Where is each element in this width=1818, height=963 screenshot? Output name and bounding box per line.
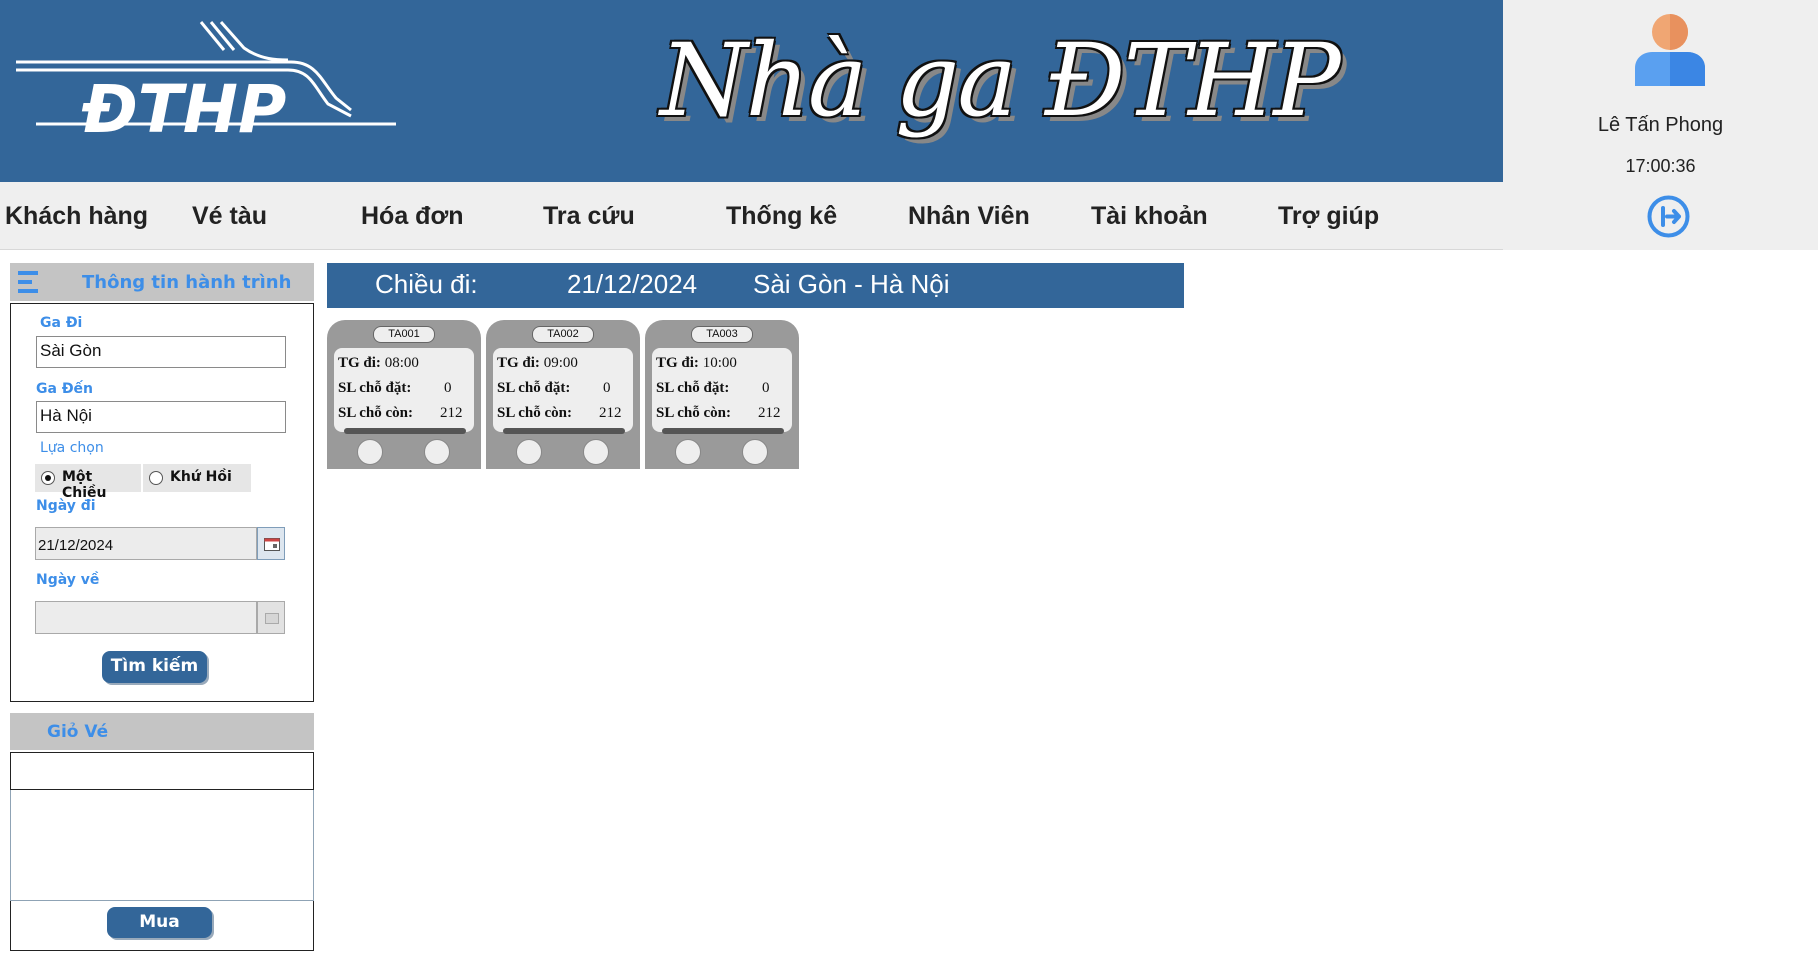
train-code: TA003 <box>691 326 753 343</box>
train-card-ta002[interactable]: TA002 TG đi: 09:00 SL chỗ đặt: 0 SL chỗ … <box>486 320 640 469</box>
calendar-icon <box>264 538 280 551</box>
return-date-field <box>35 601 257 634</box>
trip-form: Ga Đi Sài Gòn Ga Đến Hà Nội Lựa chọn Một… <box>10 303 314 702</box>
option-label: Lựa chọn <box>40 440 104 456</box>
user-avatar-icon <box>1635 14 1705 86</box>
booked-seats-label: SL chỗ đặt: <box>497 380 571 396</box>
train-wheel <box>516 439 542 465</box>
from-station-field[interactable]: Sài Gòn <box>36 336 286 368</box>
trip-panel-title: Thông tin hành trình <box>82 272 292 293</box>
departure-time-label: TG đi: <box>338 355 381 371</box>
one-way-radio[interactable]: Một Chiều <box>35 464 141 501</box>
cart-panel-header: Giỏ Vé <box>10 713 314 750</box>
departure-time: 08:00 <box>384 355 419 371</box>
menu-item-employees[interactable]: Nhân Viên <box>908 202 1030 231</box>
menu-item-lookup[interactable]: Tra cứu <box>543 202 635 231</box>
cart-list[interactable] <box>10 790 314 901</box>
calendar-icon <box>265 613 279 624</box>
journey-direction-label: Chiều đi: <box>375 269 478 299</box>
to-station-label: Ga Đến <box>36 381 94 397</box>
trip-type-group: Một Chiều Khứ Hồi <box>35 464 251 501</box>
train-wheel <box>675 439 701 465</box>
return-date-label: Ngày về <box>36 572 100 588</box>
train-wheel <box>583 439 609 465</box>
banner-title: Nhà ga ĐTHP <box>660 22 1341 139</box>
depart-date-label: Ngày đi <box>36 498 96 514</box>
header-banner: ĐTHP Nhà ga ĐTHP <box>0 0 1503 182</box>
remaining-seats-label: SL chỗ còn: <box>497 405 573 421</box>
train-card-ta001[interactable]: TA001 TG đi: 08:00 SL chỗ đặt: 0 SL chỗ … <box>327 320 481 469</box>
departure-time-label: TG đi: <box>656 355 699 371</box>
menu-item-invoices[interactable]: Hóa đơn <box>361 202 464 231</box>
round-trip-label: Khứ Hồi <box>170 469 232 485</box>
to-station-field[interactable]: Hà Nội <box>36 401 286 433</box>
train-wheel <box>357 439 383 465</box>
journey-header: Chiều đi: 21/12/2024 Sài Gòn - Hà Nội <box>327 263 1184 308</box>
departure-time-label: TG đi: <box>497 355 540 371</box>
menu-item-account[interactable]: Tài khoản <box>1091 202 1208 231</box>
train-card-ta003[interactable]: TA003 TG đi: 10:00 SL chỗ đặt: 0 SL chỗ … <box>645 320 799 469</box>
train-bar <box>662 428 784 434</box>
user-name: Lê Tấn Phong <box>1597 114 1724 136</box>
search-button[interactable]: Tìm kiếm <box>102 651 207 683</box>
dthp-logo: ĐTHP <box>16 21 396 144</box>
logo-text: ĐTHP <box>81 71 286 144</box>
journey-date: 21/12/2024 <box>567 269 698 299</box>
cart-summary-field[interactable] <box>10 752 314 790</box>
train-info: TG đi: 09:00 SL chỗ đặt: 0 SL chỗ còn: 2… <box>493 348 633 434</box>
train-wheel <box>742 439 768 465</box>
menu-item-statistics[interactable]: Thống kê <box>726 202 837 231</box>
train-code: TA001 <box>373 326 435 343</box>
hamburger-icon[interactable] <box>18 270 38 294</box>
train-wheel <box>424 439 450 465</box>
logout-icon[interactable] <box>1646 194 1691 239</box>
one-way-label: Một Chiều <box>62 469 107 501</box>
booked-seats: 0 <box>762 380 770 396</box>
remaining-seats: 212 <box>599 405 622 421</box>
clock: 17:00:36 <box>1625 156 1696 176</box>
train-info: TG đi: 10:00 SL chỗ đặt: 0 SL chỗ còn: 2… <box>652 348 792 434</box>
remaining-seats: 212 <box>440 405 463 421</box>
train-info: TG đi: 08:00 SL chỗ đặt: 0 SL chỗ còn: 2… <box>334 348 474 434</box>
booked-seats-label: SL chỗ đặt: <box>656 380 730 396</box>
departure-time: 10:00 <box>702 355 737 371</box>
journey-route: Sài Gòn - Hà Nội <box>753 269 950 299</box>
booked-seats-label: SL chỗ đặt: <box>338 380 412 396</box>
train-bar <box>344 428 466 434</box>
round-trip-radio[interactable]: Khứ Hồi <box>143 464 251 492</box>
depart-date-field[interactable]: 21/12/2024 <box>35 527 257 560</box>
buy-button[interactable]: Mua <box>107 907 212 938</box>
menu-item-tickets[interactable]: Vé tàu <box>192 202 267 231</box>
user-panel: Lê Tấn Phong 17:00:36 <box>1503 0 1818 250</box>
remaining-seats-label: SL chỗ còn: <box>656 405 732 421</box>
from-station-label: Ga Đi <box>40 315 83 331</box>
radio-unselected-icon <box>149 471 163 485</box>
menu-item-help[interactable]: Trợ giúp <box>1278 202 1379 231</box>
departure-time: 09:00 <box>543 355 578 371</box>
booked-seats: 0 <box>444 380 452 396</box>
depart-date-picker[interactable] <box>257 527 285 560</box>
return-date-picker <box>257 601 285 634</box>
booked-seats: 0 <box>603 380 611 396</box>
main-menu: Khách hàng Vé tàu Hóa đơn Tra cứu Thống … <box>0 182 1503 250</box>
remaining-seats-label: SL chỗ còn: <box>338 405 414 421</box>
trip-panel-header: Thông tin hành trình <box>10 263 314 301</box>
cart-footer: Mua <box>10 901 314 951</box>
train-code: TA002 <box>532 326 594 343</box>
remaining-seats: 212 <box>758 405 781 421</box>
menu-item-customers[interactable]: Khách hàng <box>5 202 148 231</box>
radio-selected-icon <box>41 471 55 485</box>
train-bar <box>503 428 625 434</box>
cart-panel-title: Giỏ Vé <box>47 722 109 742</box>
